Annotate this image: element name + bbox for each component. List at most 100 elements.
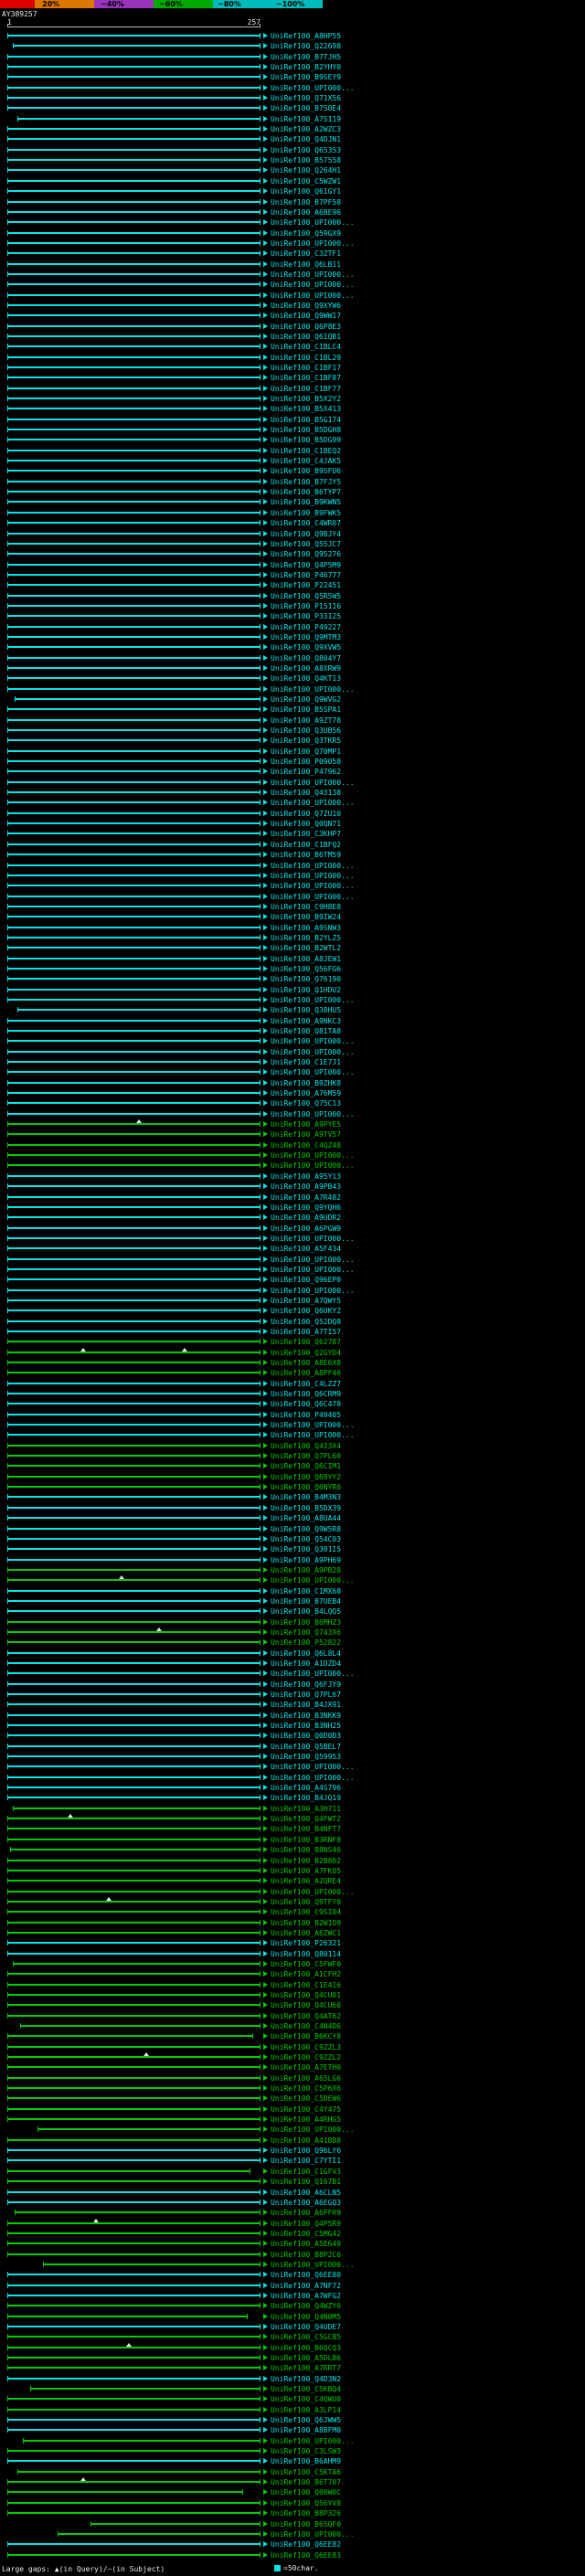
alignment-bar[interactable] [7, 2085, 261, 2092]
alignment-bar[interactable] [7, 1380, 261, 1386]
hit-label[interactable]: UniRef100_A9PYE5 [271, 1119, 341, 1129]
alignment-bar[interactable] [7, 2230, 261, 2236]
hit-label[interactable]: UniRef100_Q9MTM3 [271, 632, 341, 642]
hit-label[interactable]: UniRef100_Q4AT62 [271, 2011, 341, 2021]
hit-label[interactable]: UniRef100_P15116 [271, 601, 341, 611]
hit-row[interactable]: UniRef100_C4JAK5 [0, 456, 585, 466]
alignment-bar[interactable] [7, 2043, 261, 2050]
hit-label[interactable]: UniRef100_B5G174 [271, 415, 341, 425]
hit-row[interactable]: UniRef100_A5DLB6 [0, 2353, 585, 2363]
hit-row[interactable]: UniRef100_B8P326 [0, 2508, 585, 2518]
hit-label[interactable]: UniRef100_Q9YQH6 [271, 1203, 341, 1213]
alignment-bar[interactable] [7, 1203, 261, 1210]
hit-row[interactable]: UniRef100_A65LG6 [0, 2073, 585, 2083]
hit-row[interactable]: UniRef100_B7UEB4 [0, 1596, 585, 1606]
alignment-bar[interactable] [7, 1639, 261, 1646]
alignment-bar[interactable] [7, 1121, 261, 1128]
hit-row[interactable]: UniRef100_Q96LY6 [0, 2146, 585, 2156]
hit-row[interactable]: UniRef100_UPI000... [0, 270, 585, 280]
hit-row[interactable]: UniRef100_Q9TFY0 [0, 1896, 585, 1907]
alignment-bar[interactable] [7, 1919, 261, 1925]
alignment-bar[interactable] [7, 582, 261, 588]
alignment-bar[interactable] [22, 2437, 261, 2443]
hit-label[interactable]: UniRef100_B6T707 [271, 2477, 341, 2487]
hit-label[interactable]: UniRef100_B9SEY9 [271, 72, 341, 82]
hit-label[interactable]: UniRef100_Q6UKY2 [271, 1306, 341, 1316]
hit-row[interactable]: UniRef100_Q6NYR6 [0, 1482, 585, 1492]
hit-row[interactable]: UniRef100_A2QRE4 [0, 1876, 585, 1886]
hit-row[interactable]: UniRef100_B2YLZ5 [0, 933, 585, 943]
hit-row[interactable]: UniRef100_Q9W5R8 [0, 1524, 585, 1534]
hit-label[interactable]: UniRef100_B5X2Y2 [271, 394, 341, 404]
hit-row[interactable]: UniRef100_C1BEQ2 [0, 446, 585, 456]
hit-label[interactable]: UniRef100_B2W1O9 [271, 1918, 341, 1928]
hit-label[interactable]: UniRef100_A2WZC3 [271, 124, 341, 134]
alignment-bar[interactable] [7, 2220, 261, 2226]
hit-label[interactable]: UniRef100_B7PF58 [271, 197, 341, 207]
hit-row[interactable]: UniRef100_B4JQ19 [0, 1793, 585, 1803]
alignment-bar[interactable] [7, 903, 261, 909]
hit-row[interactable]: UniRef100_A7RRT7 [0, 2363, 585, 2373]
hit-row[interactable]: UniRef100_Q9XYW6 [0, 301, 585, 311]
hit-row[interactable]: UniRef100_UPI000... [0, 239, 585, 249]
alignment-bar[interactable] [7, 1618, 261, 1625]
alignment-bar[interactable] [7, 1857, 261, 1863]
alignment-bar[interactable] [7, 831, 261, 837]
hit-row[interactable]: UniRef100_B5DGH8 [0, 425, 585, 435]
hit-label[interactable]: UniRef100_B7UEB4 [271, 1596, 341, 1606]
alignment-bar[interactable] [7, 934, 261, 940]
hit-row[interactable]: UniRef100_B8P2C6 [0, 2250, 585, 2260]
hit-row[interactable]: UniRef100_B2WTL2 [0, 943, 585, 953]
hit-row[interactable]: UniRef100_A6ZWC1 [0, 1928, 585, 1938]
alignment-bar[interactable] [7, 1981, 261, 1988]
hit-label[interactable]: UniRef100_A7RRT7 [271, 2363, 341, 2373]
hit-row[interactable]: UniRef100_UPI000... [0, 2529, 585, 2539]
hit-row[interactable]: UniRef100_Q6UKY2 [0, 1306, 585, 1316]
hit-label[interactable]: UniRef100_Q4FWT2 [271, 1814, 341, 1824]
hit-row[interactable]: UniRef100_C5WZW1 [0, 176, 585, 186]
alignment-bar[interactable] [7, 551, 261, 557]
hit-row[interactable]: UniRef100_UPI000... [0, 1430, 585, 1440]
hit-row[interactable]: UniRef100_Q5BEL7 [0, 1742, 585, 1752]
hit-label[interactable]: UniRef100_UPI000... [271, 1420, 355, 1430]
alignment-bar[interactable] [19, 2023, 261, 2029]
alignment-bar[interactable] [7, 1328, 261, 1334]
alignment-bar[interactable] [7, 1504, 261, 1511]
hit-label[interactable]: UniRef100_Q65353 [271, 145, 341, 155]
hit-row[interactable]: UniRef100_Q2GYD4 [0, 1347, 585, 1358]
hit-row[interactable]: UniRef100_UPI000... [0, 881, 585, 891]
hit-row[interactable]: UniRef100_A8E6X8 [0, 1358, 585, 1368]
hit-label[interactable]: UniRef100_B9FWK5 [271, 508, 341, 518]
hit-label[interactable]: UniRef100_Q4D3N2 [271, 2374, 341, 2384]
hit-label[interactable]: UniRef100_Q4P5R9 [271, 2219, 341, 2229]
hit-row[interactable]: UniRef100_A7FK05 [0, 1866, 585, 1876]
alignment-bar[interactable] [7, 1515, 261, 1521]
hit-label[interactable]: UniRef100_A1CFH2 [271, 1969, 341, 1979]
hit-label[interactable]: UniRef100_C1BL29 [271, 353, 341, 363]
hit-row[interactable]: UniRef100_A6PFR9 [0, 2208, 585, 2218]
hit-row[interactable]: UniRef100_Q59GX9 [0, 228, 585, 239]
alignment-bar[interactable] [7, 136, 261, 143]
alignment-bar[interactable] [7, 95, 261, 101]
hit-row[interactable]: UniRef100_Q804Y7 [0, 653, 585, 663]
alignment-bar[interactable] [7, 1556, 261, 1563]
hit-label[interactable]: UniRef100_Q6NYR6 [271, 1482, 341, 1492]
alignment-bar[interactable] [7, 1691, 261, 1697]
hit-row[interactable]: UniRef100_P49227 [0, 622, 585, 632]
hit-row[interactable]: UniRef100_UPI000... [0, 1762, 585, 1772]
hit-row[interactable]: UniRef100_UPI000... [0, 684, 585, 694]
hit-label[interactable]: UniRef100_A7R482 [271, 1193, 341, 1203]
hit-row[interactable]: UniRef100_A5F434 [0, 1244, 585, 1254]
hit-row[interactable]: UniRef100_B3NKK9 [0, 1711, 585, 1721]
alignment-bar[interactable] [7, 1391, 261, 1397]
alignment-bar[interactable] [7, 2199, 261, 2205]
alignment-bar[interactable] [7, 385, 261, 391]
alignment-bar[interactable] [7, 1193, 261, 1200]
hit-label[interactable]: UniRef100_UPI000... [271, 1286, 355, 1296]
alignment-bar[interactable] [7, 1659, 261, 1666]
alignment-bar[interactable] [7, 883, 261, 889]
hit-row[interactable]: UniRef100_B6AHM9 [0, 2456, 585, 2466]
hit-row[interactable]: UniRef100_Q7ZU10 [0, 809, 585, 819]
hit-label[interactable]: UniRef100_C1BF17 [271, 363, 341, 373]
hit-row[interactable]: UniRef100_A7QWY5 [0, 1296, 585, 1306]
